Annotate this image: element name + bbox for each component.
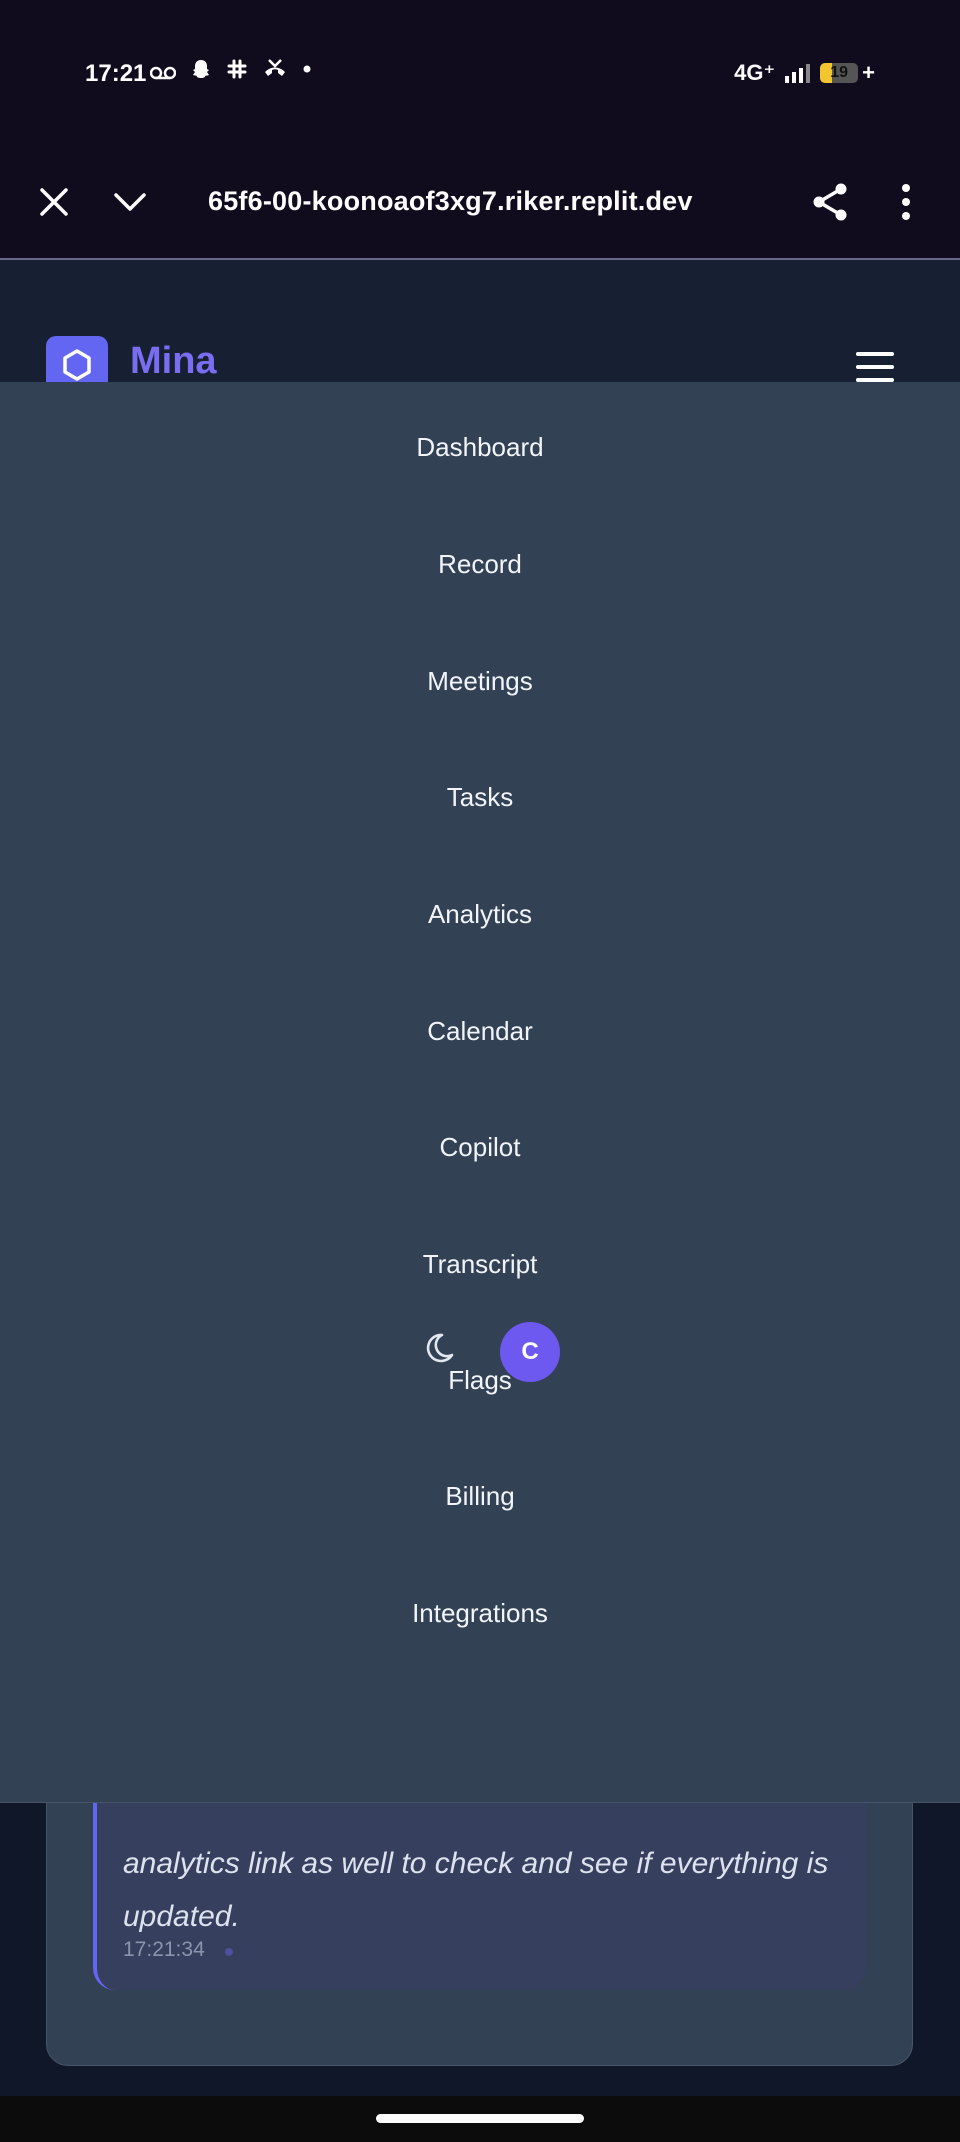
status-right: 4G⁺ 19 + [734, 60, 875, 86]
menu-item-meetings[interactable]: Meetings [0, 661, 960, 701]
signal-icon [785, 63, 811, 83]
menu-item-transcript[interactable]: Transcript [0, 1244, 960, 1284]
minimize-button[interactable] [100, 172, 160, 232]
close-tab-button[interactable] [24, 172, 84, 232]
menu-item-tasks[interactable]: Tasks [0, 777, 960, 817]
dot-icon [302, 58, 312, 87]
brand-name[interactable]: Mina [130, 340, 217, 383]
browser-toolbar: 65f6-00-koonoaof3xg7.riker.replit.dev [0, 150, 960, 260]
status-time: 17:21 [85, 60, 147, 87]
snapchat-icon [190, 58, 212, 87]
hexagon-icon [63, 349, 91, 381]
user-avatar-button[interactable]: C [500, 1322, 560, 1382]
menu-item-analytics[interactable]: Analytics [0, 894, 960, 934]
status-bar: 17:21 4G⁺ 19 + [0, 0, 960, 150]
transcript-timestamp: 17:21:34 [123, 1938, 205, 1961]
battery-icon: 19 [820, 63, 859, 83]
menu-item-calendar[interactable]: Calendar [0, 1011, 960, 1051]
menu-item-flags[interactable]: Flags [0, 1360, 960, 1400]
more-vertical-icon [902, 184, 910, 220]
share-icon [813, 183, 847, 221]
theme-toggle-button[interactable] [420, 1330, 456, 1366]
status-dot [225, 1948, 233, 1956]
menu-item-copilot[interactable]: Copilot [0, 1127, 960, 1167]
app-header: Mina [0, 260, 960, 382]
transcript-entry: analytics link as well to check and see … [93, 1780, 866, 1990]
notification-icons [149, 58, 312, 87]
more-options-button[interactable] [876, 172, 936, 232]
system-nav-bar [0, 2096, 960, 2142]
charging-indicator: + [862, 60, 875, 85]
menu-item-billing[interactable]: Billing [0, 1476, 960, 1516]
missed-call-icon [262, 58, 288, 87]
moon-icon [426, 1333, 454, 1363]
home-indicator[interactable] [376, 2114, 584, 2123]
network-indicator: 4G⁺ [734, 60, 776, 85]
battery-level: 19 [830, 64, 849, 81]
menu-item-integrations[interactable]: Integrations [0, 1593, 960, 1633]
slack-icon [226, 58, 248, 87]
share-button[interactable] [800, 172, 860, 232]
menu-item-dashboard[interactable]: Dashboard [0, 427, 960, 467]
close-icon [40, 188, 68, 216]
menu-toggle-button[interactable] [856, 352, 894, 382]
transcript-text: analytics link as well to check and see … [123, 1847, 829, 1933]
nav-menu: Dashboard Record Meetings Tasks Analytic… [0, 382, 960, 1803]
voicemail-icon [149, 59, 177, 87]
chevron-down-icon [114, 193, 146, 211]
menu-item-record[interactable]: Record [0, 544, 960, 584]
logo[interactable] [46, 336, 108, 382]
url-field[interactable]: 65f6-00-koonoaof3xg7.riker.replit.dev [208, 186, 693, 217]
